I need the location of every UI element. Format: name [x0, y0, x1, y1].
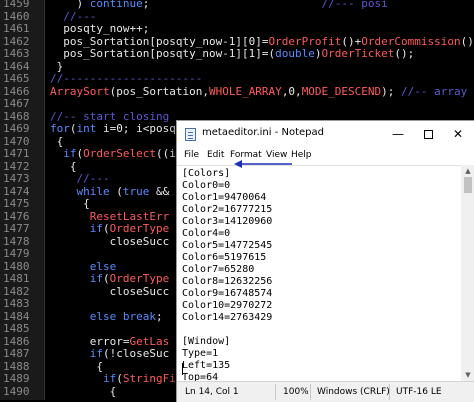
- cursor-position: Ln 14, Col 1: [185, 387, 239, 397]
- text-line: Left=135: [182, 360, 231, 371]
- minimize-button[interactable]: —: [383, 121, 413, 147]
- menu-help[interactable]: Help: [291, 150, 312, 160]
- scroll-up-icon[interactable]: ▲: [461, 165, 474, 177]
- text-line: Color2=16777215: [182, 204, 273, 215]
- status-divider: [275, 384, 276, 400]
- text-editing-area[interactable]: [Colors] Color0=0 Color1=9470064 Color2=167…: [177, 165, 461, 382]
- text-line: Color3=14120960: [182, 216, 273, 227]
- text-line: [Window]: [182, 336, 231, 347]
- maximize-icon: [423, 130, 433, 139]
- text-line: Color8=12632256: [182, 276, 273, 287]
- text-line: Color7=65280: [182, 264, 255, 275]
- notepad-window[interactable]: metaeditor.ini - Notepad — ✕ File Edit F…: [176, 120, 474, 402]
- notepad-titlebar[interactable]: metaeditor.ini - Notepad — ✕: [177, 121, 474, 147]
- close-button[interactable]: ✕: [443, 121, 473, 147]
- text-line: Type=1: [182, 348, 219, 359]
- text-line: Color9=16748574: [182, 288, 273, 299]
- window-title: metaeditor.ini - Notepad: [202, 127, 324, 138]
- code-token: {: [50, 384, 117, 398]
- status-divider: [389, 384, 390, 400]
- scroll-down-icon[interactable]: ▼: [461, 369, 474, 381]
- menu-file[interactable]: File: [184, 150, 199, 160]
- line-number: 1490: [3, 384, 30, 398]
- text-line: Color6=5197615: [182, 252, 267, 263]
- status-bar: Ln 14, Col 1 100% Windows (CRLF) UTF-16 …: [177, 381, 474, 402]
- text-line: [Colors]: [182, 168, 231, 179]
- line-ending: Windows (CRLF): [317, 387, 390, 397]
- menu-bar: File Edit Format View Help: [177, 147, 474, 165]
- maximize-button[interactable]: [413, 121, 443, 147]
- status-divider: [310, 384, 311, 400]
- text-line: Color10=2970272: [182, 300, 273, 311]
- text-line: Color5=14772545: [182, 240, 273, 251]
- text-line: Color0=0: [182, 180, 231, 191]
- zoom-level: 100%: [283, 387, 309, 397]
- text-line: Color14=2763429: [182, 312, 273, 323]
- text-caret: [182, 363, 183, 375]
- encoding: UTF-16 LE: [396, 387, 442, 397]
- menu-edit[interactable]: Edit: [207, 150, 224, 160]
- code-text: {: [50, 384, 117, 400]
- text-line: Color4=0: [182, 228, 231, 239]
- notepad-app-icon: [185, 128, 196, 141]
- text-line: Color1=9470064: [182, 192, 267, 203]
- annotation-arrow-icon: [234, 160, 292, 168]
- scrollbar-thumb[interactable]: [464, 177, 472, 193]
- vertical-scrollbar[interactable]: ▲ ▼: [461, 165, 474, 381]
